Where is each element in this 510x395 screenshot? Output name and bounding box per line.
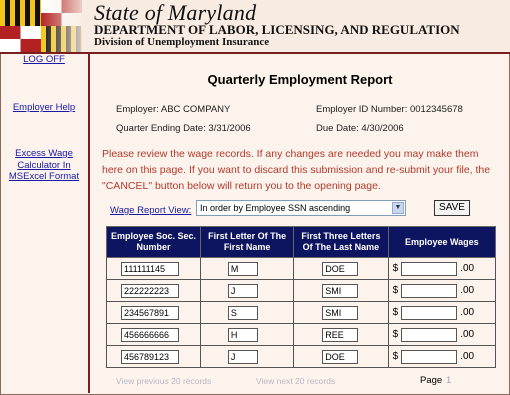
table-row: 456789123 J DOE $ .00 [106, 345, 497, 368]
first-letter-cell: M [199, 257, 295, 280]
table-row: 111111145 M DOE $ .00 [106, 257, 497, 280]
last-three-cell: REE [293, 323, 389, 346]
last-three-input[interactable]: DOE [322, 349, 359, 364]
wages-cell: $ .00 [387, 323, 497, 346]
quarter-ending-date: Quarter Ending Date: 3/31/2006 [116, 123, 251, 134]
review-notice: Please review the wage records. If any c… [102, 148, 491, 192]
first-letter-input[interactable]: J [227, 349, 258, 364]
employer-help-link[interactable]: Employer Help [4, 102, 84, 114]
last-three-cell: DOE [293, 257, 389, 280]
sidebar: LOG OFF Employer Help Excess Wage Calcul… [0, 54, 90, 393]
ssn-input[interactable]: 111111145 [121, 261, 179, 276]
currency-symbol: $ [392, 351, 399, 362]
first-letter-input[interactable]: M [227, 261, 258, 276]
wages-cell: $ .00 [387, 345, 497, 368]
last-three-cell: SMI [293, 301, 389, 324]
wages-input[interactable] [401, 261, 458, 276]
site-header: State of Maryland DEPARTMENT OF LABOR, L… [0, 0, 510, 54]
table-row: 222222223 J SMI $ .00 [106, 279, 497, 302]
employer-id: Employer ID Number: 0012345678 [316, 104, 463, 115]
ssn-input[interactable]: 456789123 [121, 349, 179, 364]
table-row: 234567891 S SMI $ .00 [106, 301, 497, 324]
ssn-input[interactable]: 456666666 [121, 327, 179, 342]
save-button[interactable]: SAVE [434, 200, 470, 216]
column-header-ssn: Employee Soc. Sec. Number [106, 226, 201, 258]
maryland-flag-icon [0, 0, 82, 52]
last-three-input[interactable]: SMI [322, 305, 359, 320]
ssn-input[interactable]: 222222223 [121, 283, 179, 298]
division-name: Division of Unemployment Insurance [94, 36, 270, 48]
column-header-wages: Employee Wages [387, 226, 497, 258]
first-letter-cell: S [199, 301, 295, 324]
wages-input[interactable] [401, 283, 458, 298]
first-letter-input[interactable]: J [227, 283, 258, 298]
page-label: Page [420, 375, 443, 386]
last-three-cell: DOE [293, 345, 389, 368]
currency-symbol: $ [392, 263, 399, 274]
cents-suffix: .00 [460, 263, 475, 274]
wages-input[interactable] [401, 327, 458, 342]
currency-symbol: $ [392, 329, 399, 340]
first-letter-input[interactable]: S [227, 305, 258, 320]
employer-name: Employer: ABC COMPANY [116, 104, 231, 115]
first-letter-cell: J [199, 345, 295, 368]
due-date: Due Date: 4/30/2006 [316, 123, 404, 134]
last-three-cell: SMI [293, 279, 389, 302]
cents-suffix: .00 [460, 351, 475, 362]
first-letter-cell: H [199, 323, 295, 346]
view-selected-value: In order by Employee SSN ascending [200, 203, 351, 213]
wage-report-view-label[interactable]: Wage Report View: [110, 205, 191, 216]
ssn-cell: 111111145 [106, 257, 201, 280]
ssn-input[interactable]: 234567891 [121, 305, 179, 320]
wages-cell: $ .00 [387, 301, 497, 324]
logoff-link[interactable]: LOG OFF [4, 54, 84, 66]
view-next-link[interactable]: View next 20 records [256, 376, 335, 386]
wages-table: Employee Soc. Sec. Number First Letter O… [106, 226, 497, 368]
wage-report-view-select[interactable]: In order by Employee SSN ascending ▼ [196, 200, 406, 216]
excess-wage-calculator-link[interactable]: Excess Wage Calculator In MSExcel Format [6, 148, 82, 183]
wages-cell: $ .00 [387, 279, 497, 302]
currency-symbol: $ [392, 307, 399, 318]
last-three-input[interactable]: DOE [322, 261, 359, 276]
ssn-cell: 222222223 [106, 279, 201, 302]
cents-suffix: .00 [460, 329, 475, 340]
wages-cell: $ .00 [387, 257, 497, 280]
first-letter-input[interactable]: H [227, 327, 258, 342]
ssn-cell: 456666666 [106, 323, 201, 346]
table-row: 456666666 H REE $ .00 [106, 323, 497, 346]
view-previous-link[interactable]: View previous 20 records [116, 376, 211, 386]
currency-symbol: $ [392, 285, 399, 296]
table-header-row: Employee Soc. Sec. Number First Letter O… [106, 226, 497, 258]
ssn-cell: 234567891 [106, 301, 201, 324]
column-header-first-letter: First Letter Of The First Name [199, 226, 295, 258]
page-number: 1 [446, 375, 452, 386]
chevron-down-icon[interactable]: ▼ [392, 202, 404, 214]
column-header-last-three: First Three Letters Of The Last Name [293, 226, 389, 258]
wages-input[interactable] [401, 305, 458, 320]
last-three-input[interactable]: SMI [322, 283, 359, 298]
cents-suffix: .00 [460, 285, 475, 296]
page-title: Quarterly Employment Report [207, 72, 393, 87]
ssn-cell: 456789123 [106, 345, 201, 368]
wages-input[interactable] [401, 349, 458, 364]
cents-suffix: .00 [460, 307, 475, 318]
first-letter-cell: J [199, 279, 295, 302]
last-three-input[interactable]: REE [322, 327, 359, 342]
main-content: Quarterly Employment Report Employer: AB… [90, 54, 510, 393]
